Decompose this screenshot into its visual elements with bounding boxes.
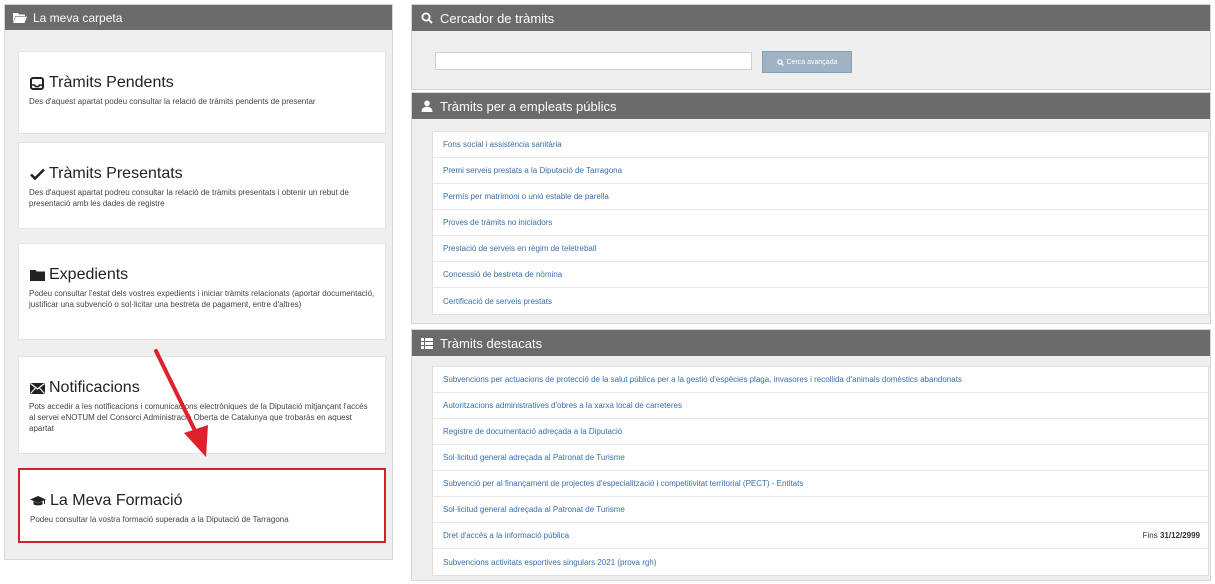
list-item-label[interactable]: Subvencions activitats esportives singul… bbox=[443, 558, 656, 567]
list-item[interactable]: Proves de tràmits no iniciadors bbox=[433, 210, 1208, 236]
list-item[interactable]: Sol·licitud general adreçada al Patronat… bbox=[433, 497, 1208, 523]
featured-panel-title: Tràmits destacats bbox=[440, 335, 543, 351]
deadline-date: 31/12/2999 bbox=[1159, 531, 1200, 540]
employees-panel-header: Tràmits per a empleats públics bbox=[412, 93, 1210, 119]
list-item-label[interactable]: Sol·licitud general adreçada al Patronat… bbox=[443, 505, 625, 514]
my-folder-panel: La meva carpeta Tràmits Pendents Des d'a… bbox=[4, 4, 393, 560]
user-icon bbox=[420, 99, 434, 113]
card-title[interactable]: Expedients bbox=[49, 266, 128, 284]
list-item[interactable]: Certificació de serveis prestats bbox=[433, 288, 1208, 314]
annotation-arrow bbox=[154, 349, 208, 457]
card-title[interactable]: Tràmits Presentats bbox=[49, 165, 183, 183]
search-icon bbox=[420, 11, 434, 25]
folder-open-icon bbox=[13, 11, 27, 25]
card-description: Des d'aquest apartat podreu consultar la… bbox=[29, 188, 349, 208]
advanced-search-label: Cerca avançada bbox=[786, 58, 838, 66]
graduation-cap-icon bbox=[30, 494, 46, 508]
list-item[interactable]: Registre de documentació adreçada a la D… bbox=[433, 419, 1208, 445]
card-title[interactable]: Notificacions bbox=[49, 379, 140, 397]
deadline-label: Fins 31/12/2999 bbox=[1143, 531, 1200, 540]
list-item[interactable]: Dret d'accés a la informació pública Fin… bbox=[433, 523, 1208, 549]
list-item-label[interactable]: Autoritzacions administratives d'obres a… bbox=[443, 401, 682, 410]
card-files[interactable]: Expedients Podeu consultar l'estat dels … bbox=[18, 243, 386, 340]
card-submitted-procedures[interactable]: Tràmits Presentats Des d'aquest apartat … bbox=[18, 142, 386, 229]
search-panel-header: Cercador de tràmits bbox=[412, 5, 1210, 31]
card-title[interactable]: La Meva Formació bbox=[50, 492, 183, 510]
advanced-search-button[interactable]: Cerca avançada bbox=[762, 51, 852, 73]
featured-procedures-panel: Tràmits destacats Subvencions per actuac… bbox=[411, 329, 1211, 581]
deadline-prefix: Fins bbox=[1142, 531, 1158, 540]
search-icon bbox=[776, 58, 784, 66]
list-item-label[interactable]: Registre de documentació adreçada a la D… bbox=[443, 427, 622, 436]
employees-list: Fons social i assistència sanitària Prem… bbox=[432, 131, 1209, 315]
folder-icon bbox=[29, 268, 45, 282]
list-item[interactable]: Subvenció per al finançament de projecte… bbox=[433, 471, 1208, 497]
search-panel-title: Cercador de tràmits bbox=[440, 10, 555, 26]
list-item[interactable]: Sol·licitud general adreçada al Patronat… bbox=[433, 445, 1208, 471]
list-icon bbox=[420, 336, 434, 350]
card-pending-procedures[interactable]: Tràmits Pendents Des d'aquest apartat po… bbox=[18, 51, 386, 134]
check-icon bbox=[29, 167, 45, 181]
card-title[interactable]: Tràmits Pendents bbox=[49, 74, 174, 92]
card-description: Des d'aquest apartat podeu consultar la … bbox=[29, 97, 316, 106]
list-item[interactable]: Concessió de bestreta de nòmina bbox=[433, 262, 1208, 288]
list-item-label[interactable]: Subvenció per al finançament de projecte… bbox=[443, 479, 803, 488]
list-item-label[interactable]: Sol·licitud general adreçada al Patronat… bbox=[443, 453, 625, 462]
my-folder-header: La meva carpeta bbox=[5, 5, 392, 30]
list-item-label[interactable]: Subvencions per actuacions de protecció … bbox=[443, 375, 962, 384]
procedure-search-panel: Cercador de tràmits Cerca avançada bbox=[411, 4, 1211, 90]
featured-panel-header: Tràmits destacats bbox=[412, 330, 1210, 356]
list-item[interactable]: Subvencions activitats esportives singul… bbox=[433, 549, 1208, 575]
list-item[interactable]: Premi serveis prestats a la Diputació de… bbox=[433, 158, 1208, 184]
search-input[interactable] bbox=[435, 52, 752, 70]
card-my-training[interactable]: La Meva Formació Podeu consultar la vost… bbox=[18, 468, 386, 543]
list-item[interactable]: Fons social i assistència sanitària bbox=[433, 132, 1208, 158]
card-description: Podeu consultar l'estat dels vostres exp… bbox=[29, 289, 375, 309]
featured-list: Subvencions per actuacions de protecció … bbox=[432, 366, 1209, 576]
list-item[interactable]: Prestació de serveis en règim de teletre… bbox=[433, 236, 1208, 262]
employees-panel-title: Tràmits per a empleats públics bbox=[440, 98, 617, 114]
envelope-icon bbox=[29, 381, 45, 395]
card-description: Podeu consultar la vostra formació super… bbox=[30, 515, 289, 524]
my-folder-title: La meva carpeta bbox=[33, 10, 123, 25]
list-item-label[interactable]: Dret d'accés a la informació pública bbox=[443, 531, 569, 540]
list-item[interactable]: Autoritzacions administratives d'obres a… bbox=[433, 393, 1208, 419]
public-employees-panel: Tràmits per a empleats públics Fons soci… bbox=[411, 92, 1211, 324]
list-item[interactable]: Permís per matrimoni o unió estable de p… bbox=[433, 184, 1208, 210]
list-item[interactable]: Subvencions per actuacions de protecció … bbox=[433, 367, 1208, 393]
inbox-icon bbox=[29, 76, 45, 90]
